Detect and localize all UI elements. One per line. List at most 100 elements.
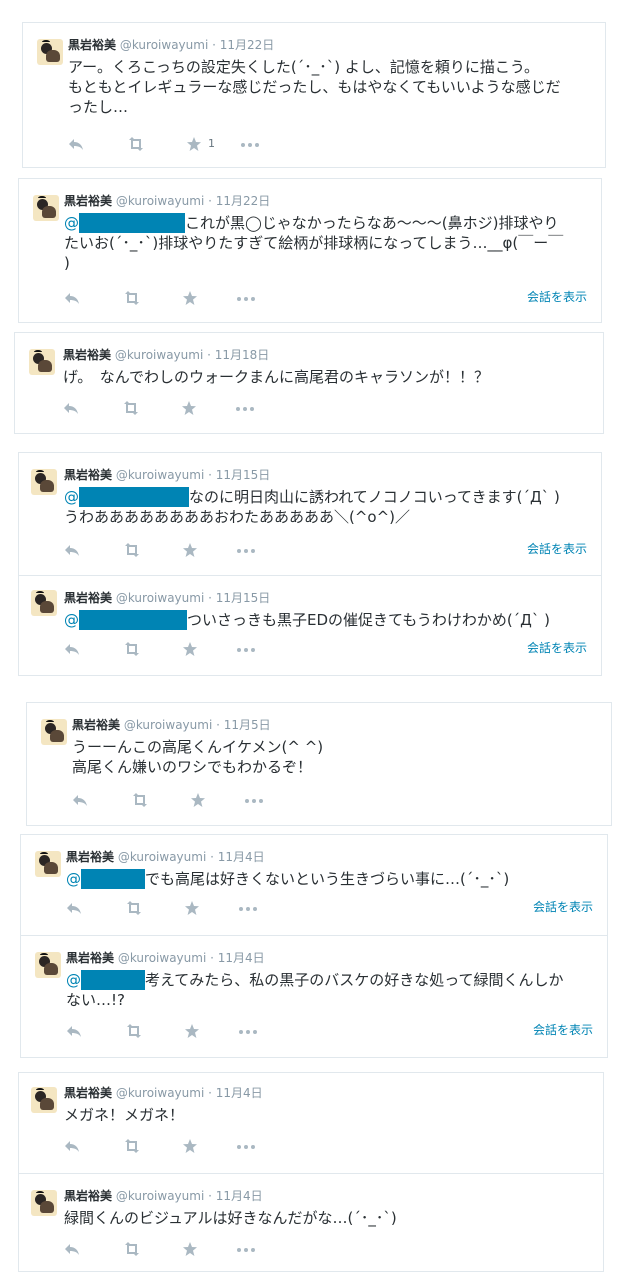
- user-handle[interactable]: @kuroiwayumi: [118, 850, 206, 864]
- user-handle[interactable]: @kuroiwayumi: [120, 38, 208, 52]
- more-icon[interactable]: [236, 541, 260, 559]
- tweet[interactable]: 黒岩裕美 @kuroiwayumi · 11月22日 アー。くろこっちの設定失く…: [23, 23, 605, 169]
- more-icon[interactable]: [238, 1022, 262, 1040]
- favorite-icon[interactable]: [182, 289, 218, 307]
- avatar[interactable]: [31, 1087, 57, 1113]
- view-conversation-link[interactable]: 会話を表示: [533, 1022, 593, 1038]
- mention-link[interactable]: @: [66, 971, 81, 989]
- mention-link[interactable]: @: [64, 611, 79, 629]
- retweet-icon[interactable]: [122, 1240, 144, 1258]
- retweet-icon[interactable]: [122, 1137, 144, 1155]
- avatar[interactable]: [29, 349, 55, 375]
- user-handle[interactable]: @kuroiwayumi: [115, 348, 203, 362]
- user-handle[interactable]: @kuroiwayumi: [116, 591, 204, 605]
- avatar[interactable]: [31, 469, 57, 495]
- user-handle[interactable]: @kuroiwayumi: [124, 718, 212, 732]
- tweet[interactable]: 黒岩裕美 @kuroiwayumi · 11月15日 @ なのに明日肉山に誘われて…: [19, 453, 601, 575]
- tweet[interactable]: 黒岩裕美 @kuroiwayumi · 11月5日 うーーんこの高尾くんイケメン…: [27, 703, 611, 827]
- retweet-icon[interactable]: [124, 1022, 146, 1040]
- tweet-date[interactable]: 11月22日: [216, 194, 271, 208]
- favorite-icon[interactable]: 1: [186, 135, 222, 153]
- more-icon[interactable]: [236, 640, 260, 658]
- user-name[interactable]: 黒岩裕美: [63, 348, 111, 362]
- reply-icon[interactable]: [63, 399, 81, 417]
- tweet[interactable]: 黒岩裕美 @kuroiwayumi · 11月15日 @ ついさっきも黒子EDの催…: [19, 575, 601, 675]
- tweet-date[interactable]: 11月4日: [218, 951, 265, 965]
- user-name[interactable]: 黒岩裕美: [64, 1189, 112, 1203]
- favorite-icon[interactable]: [182, 1240, 218, 1258]
- reply-icon[interactable]: [68, 135, 86, 153]
- avatar[interactable]: [35, 952, 61, 978]
- tweet-date[interactable]: 11月22日: [220, 38, 275, 52]
- user-handle[interactable]: @kuroiwayumi: [116, 468, 204, 482]
- mention-link[interactable]: @: [66, 870, 81, 888]
- tweet-date[interactable]: 11月5日: [224, 718, 271, 732]
- retweet-icon[interactable]: [122, 640, 144, 658]
- more-icon[interactable]: [240, 135, 264, 153]
- tweet-date[interactable]: 11月18日: [215, 348, 270, 362]
- reply-icon[interactable]: [64, 1137, 82, 1155]
- user-name[interactable]: 黒岩裕美: [64, 1086, 112, 1100]
- avatar[interactable]: [41, 719, 67, 745]
- retweet-icon[interactable]: [126, 135, 148, 153]
- user-name[interactable]: 黒岩裕美: [66, 951, 114, 965]
- tweet[interactable]: 黒岩裕美 @kuroiwayumi · 11月4日 @ でも高尾は好きくないという…: [21, 835, 607, 935]
- reply-icon[interactable]: [72, 791, 90, 809]
- more-icon[interactable]: [236, 1137, 260, 1155]
- view-conversation-link[interactable]: 会話を表示: [527, 289, 587, 305]
- tweet-date[interactable]: 11月4日: [216, 1189, 263, 1203]
- user-name[interactable]: 黒岩裕美: [68, 38, 116, 52]
- view-conversation-link[interactable]: 会話を表示: [533, 899, 593, 915]
- favorite-icon[interactable]: [182, 640, 218, 658]
- retweet-icon[interactable]: [130, 791, 152, 809]
- retweet-icon[interactable]: [121, 399, 143, 417]
- favorite-icon[interactable]: [182, 1137, 218, 1155]
- user-name[interactable]: 黒岩裕美: [64, 194, 112, 208]
- avatar[interactable]: [31, 590, 57, 616]
- user-name[interactable]: 黒岩裕美: [64, 468, 112, 482]
- tweet[interactable]: 黒岩裕美 @kuroiwayumi · 11月4日 メガネ！メガネ！: [19, 1073, 603, 1173]
- tweet[interactable]: 黒岩裕美 @kuroiwayumi · 11月4日 @ 考えてみたら、私の黒子のバ…: [21, 935, 607, 1057]
- favorite-icon[interactable]: [184, 1022, 220, 1040]
- avatar[interactable]: [35, 851, 61, 877]
- tweet-date[interactable]: 11月15日: [216, 591, 271, 605]
- reply-icon[interactable]: [64, 1240, 82, 1258]
- user-handle[interactable]: @kuroiwayumi: [118, 951, 206, 965]
- user-name[interactable]: 黒岩裕美: [66, 850, 114, 864]
- favorite-icon[interactable]: [190, 791, 226, 809]
- tweet[interactable]: 黒岩裕美 @kuroiwayumi · 11月4日 緑間くんのビジュアルは好きな…: [19, 1173, 603, 1273]
- tweet-date[interactable]: 11月15日: [216, 468, 271, 482]
- user-name[interactable]: 黒岩裕美: [72, 718, 120, 732]
- reply-icon[interactable]: [64, 640, 82, 658]
- mention-link[interactable]: @: [64, 214, 79, 232]
- avatar[interactable]: [33, 195, 59, 221]
- favorite-icon[interactable]: [182, 541, 218, 559]
- more-icon[interactable]: [236, 289, 260, 307]
- view-conversation-link[interactable]: 会話を表示: [527, 541, 587, 557]
- avatar[interactable]: [31, 1190, 57, 1216]
- more-icon[interactable]: [235, 399, 259, 417]
- avatar[interactable]: [37, 39, 63, 65]
- tweet-date[interactable]: 11月4日: [216, 1086, 263, 1100]
- tweet-date[interactable]: 11月4日: [218, 850, 265, 864]
- retweet-icon[interactable]: [124, 899, 146, 917]
- reply-icon[interactable]: [66, 1022, 84, 1040]
- retweet-icon[interactable]: [122, 541, 144, 559]
- tweet[interactable]: 黒岩裕美 @kuroiwayumi · 11月22日 @ これが黒◯じゃなかったら…: [19, 179, 601, 324]
- more-icon[interactable]: [244, 791, 268, 809]
- more-icon[interactable]: [236, 1240, 260, 1258]
- user-name[interactable]: 黒岩裕美: [64, 591, 112, 605]
- user-handle[interactable]: @kuroiwayumi: [116, 1189, 204, 1203]
- mention-link[interactable]: @: [64, 488, 79, 506]
- favorite-icon[interactable]: [184, 899, 220, 917]
- tweet[interactable]: 黒岩裕美 @kuroiwayumi · 11月18日 げ。 なんでわしのウォーク…: [15, 333, 603, 435]
- user-handle[interactable]: @kuroiwayumi: [116, 194, 204, 208]
- favorite-icon[interactable]: [181, 399, 217, 417]
- reply-icon[interactable]: [64, 289, 82, 307]
- retweet-icon[interactable]: [122, 289, 144, 307]
- user-handle[interactable]: @kuroiwayumi: [116, 1086, 204, 1100]
- reply-icon[interactable]: [66, 899, 84, 917]
- reply-icon[interactable]: [64, 541, 82, 559]
- view-conversation-link[interactable]: 会話を表示: [527, 640, 587, 656]
- more-icon[interactable]: [238, 899, 262, 917]
